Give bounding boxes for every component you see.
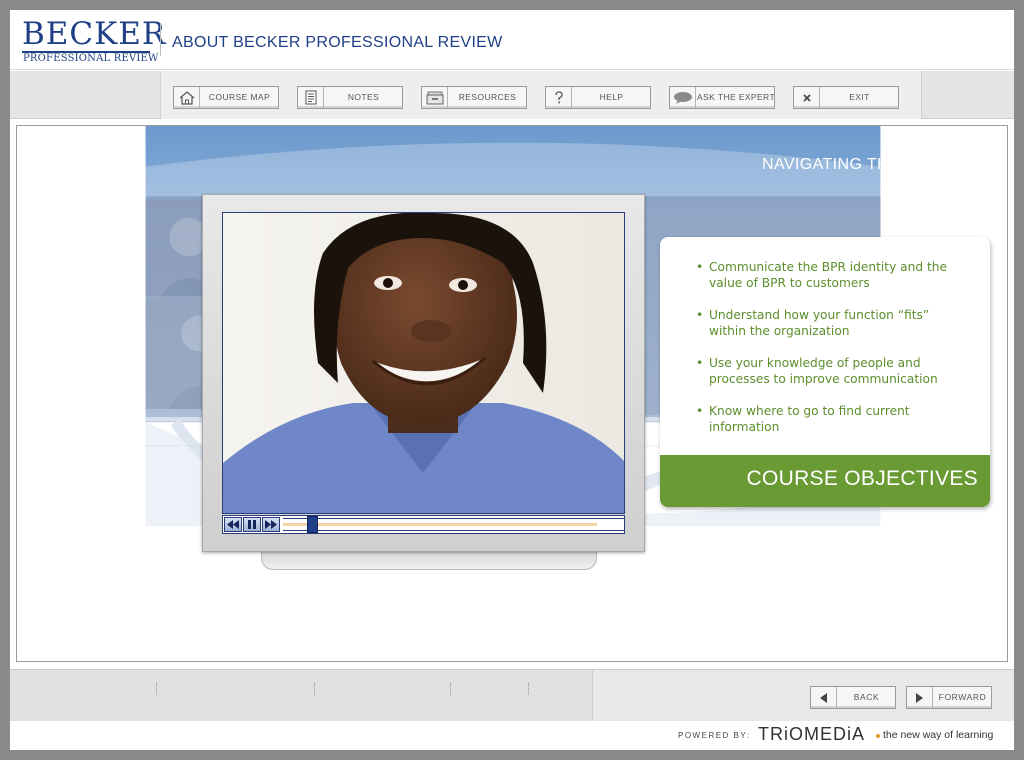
video-controls <box>222 515 625 534</box>
header: BECKER PROFESSIONAL REVIEW ABOUT BECKER … <box>10 10 1014 70</box>
objective-item: • Communicate the BPR identity and the va… <box>696 259 966 291</box>
resources-icon <box>422 87 448 108</box>
back-label: BACK <box>853 692 880 702</box>
bullet: • <box>696 356 704 370</box>
nav-area: BACK FORWARD <box>592 670 1014 722</box>
divider <box>528 683 529 695</box>
presenter-portrait <box>223 213 624 513</box>
rewind-icon <box>227 520 239 529</box>
video-player <box>202 194 645 552</box>
bullet: • <box>696 260 704 274</box>
video-screen[interactable] <box>222 212 625 514</box>
objective-text: Understand how your function “fits” with… <box>709 308 930 338</box>
triomedia-logo: TRiOMEDiA <box>758 724 865 744</box>
toolbar: COURSE MAP NOTES RESOURCES HELP ASK THE … <box>10 71 1014 119</box>
tagline: the new way of learning <box>883 729 994 741</box>
logo-subtitle: PROFESSIONAL REVIEW <box>23 53 159 64</box>
course-stage: NAVIGATING THE COURSE • Communicate the … <box>16 125 1008 662</box>
divider <box>450 683 451 695</box>
objective-item: • Understand how your function “fits” wit… <box>696 307 966 339</box>
notes-icon <box>298 87 324 108</box>
pause-icon <box>248 520 256 529</box>
home-icon <box>174 87 200 108</box>
course-objectives-panel: • Communicate the BPR identity and the va… <box>660 237 990 507</box>
video-stand <box>261 552 597 570</box>
objectives-banner: COURSE OBJECTIVES <box>660 455 990 507</box>
bullet: • <box>696 404 704 418</box>
toolbar-button-group: COURSE MAP NOTES RESOURCES HELP ASK THE … <box>160 71 922 119</box>
ask-the-expert-button[interactable]: ASK THE EXPERT <box>669 86 775 109</box>
notes-label: NOTES <box>347 92 380 102</box>
exit-button[interactable]: EXIT <box>793 86 899 109</box>
help-button[interactable]: HELP <box>545 86 651 109</box>
objective-item: • Use your knowledge of people and proces… <box>696 355 966 387</box>
bottom-bar: BACK FORWARD <box>10 669 1014 722</box>
video-playhead[interactable] <box>307 516 318 533</box>
arrow-left-icon <box>811 687 837 708</box>
fast-forward-button[interactable] <box>262 517 280 532</box>
divider <box>156 683 157 695</box>
close-icon <box>794 87 820 108</box>
help-label: HELP <box>599 92 624 102</box>
objectives-list: • Communicate the BPR identity and the va… <box>696 259 966 451</box>
arrow-right-icon <box>907 687 933 708</box>
powered-by-label: POWERED BY: <box>678 731 751 740</box>
rewind-button[interactable] <box>224 517 242 532</box>
resources-label: RESOURCES <box>458 92 517 102</box>
logo-wordmark: BECKER <box>22 16 167 52</box>
page-title: ABOUT BECKER PROFESSIONAL REVIEW <box>172 34 503 51</box>
forward-button[interactable]: FORWARD <box>906 686 992 709</box>
header-divider <box>160 24 161 56</box>
bullet: • <box>696 308 704 322</box>
objective-item: • Know where to go to find current inform… <box>696 403 966 435</box>
resources-button[interactable]: RESOURCES <box>421 86 527 109</box>
logo-dot <box>876 734 880 738</box>
objective-text: Communicate the BPR identity and the val… <box>709 260 947 290</box>
pause-button[interactable] <box>243 517 261 532</box>
exit-label: EXIT <box>849 92 870 102</box>
objective-text: Know where to go to find current informa… <box>709 404 910 434</box>
forward-label: FORWARD <box>938 692 987 702</box>
back-button[interactable]: BACK <box>810 686 896 709</box>
video-progress-fill <box>283 523 597 526</box>
objective-text: Use your knowledge of people and process… <box>709 356 938 386</box>
footer: POWERED BY: TRiOMEDiA the new way of lea… <box>10 721 1014 750</box>
fast-forward-icon <box>265 520 277 529</box>
app-frame: BECKER PROFESSIONAL REVIEW ABOUT BECKER … <box>10 10 1014 750</box>
course-map-label: COURSE MAP <box>208 92 271 102</box>
video-progress-bar[interactable] <box>283 516 624 533</box>
help-icon <box>546 87 572 108</box>
becker-logo: BECKER PROFESSIONAL REVIEW <box>22 16 165 64</box>
divider <box>314 683 315 695</box>
section-title: NAVIGATING THE COURSE <box>762 156 976 173</box>
course-map-button[interactable]: COURSE MAP <box>173 86 279 109</box>
objectives-banner-title: COURSE OBJECTIVES <box>746 467 978 490</box>
notes-button[interactable]: NOTES <box>297 86 403 109</box>
ask-the-expert-label: ASK THE EXPERT <box>697 92 776 102</box>
speech-bubble-icon <box>670 87 696 108</box>
